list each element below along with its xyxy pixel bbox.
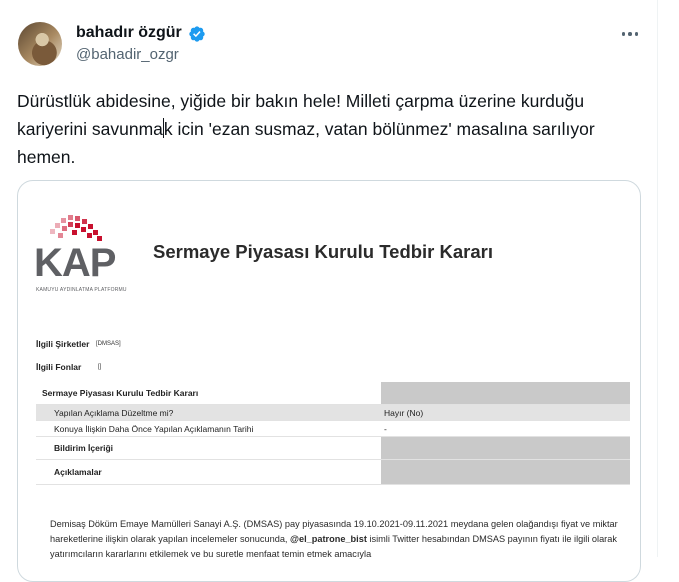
mentioned-account: @el_patrone_bist xyxy=(290,534,367,544)
related-companies-value: [DMSAS] xyxy=(96,341,121,347)
verified-badge-icon[interactable] xyxy=(188,25,206,43)
tweet-text: Dürüstlük abidesine, yiğide bir bakın he… xyxy=(17,87,637,171)
table-row-label: Konuya İlişkin Daha Önce Yapılan Açıklam… xyxy=(54,424,254,434)
table-row: Yapılan Açıklama Düzeltme mi? Hayır (No) xyxy=(36,405,630,421)
more-options-icon[interactable] xyxy=(616,22,644,46)
related-companies-label: İlgili Şirketler xyxy=(36,339,90,349)
kap-logo-text: KAP xyxy=(34,241,116,285)
author-name[interactable]: bahadır özgür xyxy=(76,24,182,42)
related-funds-label: İlgili Fonlar xyxy=(36,362,82,372)
table-row: Bildirim İçeriği xyxy=(36,437,630,460)
table-row-label: Bildirim İçeriği xyxy=(54,443,114,453)
author-handle[interactable]: @bahadir_ozgr xyxy=(76,46,179,63)
document-paragraph: Demisaş Döküm Emaye Mamülleri Sanayi A.Ş… xyxy=(50,517,630,562)
author-avatar[interactable] xyxy=(18,22,62,66)
document-title: Sermaye Piyasası Kurulu Tedbir Kararı xyxy=(153,241,494,262)
kap-logo: KAP KAMUYU AYDINLATMA PLATFORMU xyxy=(34,215,134,293)
table-header-row: Sermaye Piyasası Kurulu Tedbir Kararı xyxy=(36,382,630,405)
table-row-value: Hayır (No) xyxy=(384,408,424,418)
kap-logo-subtitle: KAMUYU AYDINLATMA PLATFORMU xyxy=(36,287,127,293)
tweet-media-image[interactable]: KAP KAMUYU AYDINLATMA PLATFORMU Sermaye … xyxy=(17,180,641,582)
table-row-value: - xyxy=(384,424,387,434)
table-header: Sermaye Piyasası Kurulu Tedbir Kararı xyxy=(42,388,199,398)
related-funds-value: [] xyxy=(98,364,102,370)
table-row: Açıklamalar xyxy=(36,460,630,485)
decision-table: Sermaye Piyasası Kurulu Tedbir Kararı Ya… xyxy=(36,382,630,485)
table-row-label: Yapılan Açıklama Düzeltme mi? xyxy=(54,408,174,418)
timeline-divider xyxy=(657,0,658,557)
table-row: Konuya İlişkin Daha Önce Yapılan Açıklam… xyxy=(36,421,630,437)
table-row-label: Açıklamalar xyxy=(54,467,102,477)
